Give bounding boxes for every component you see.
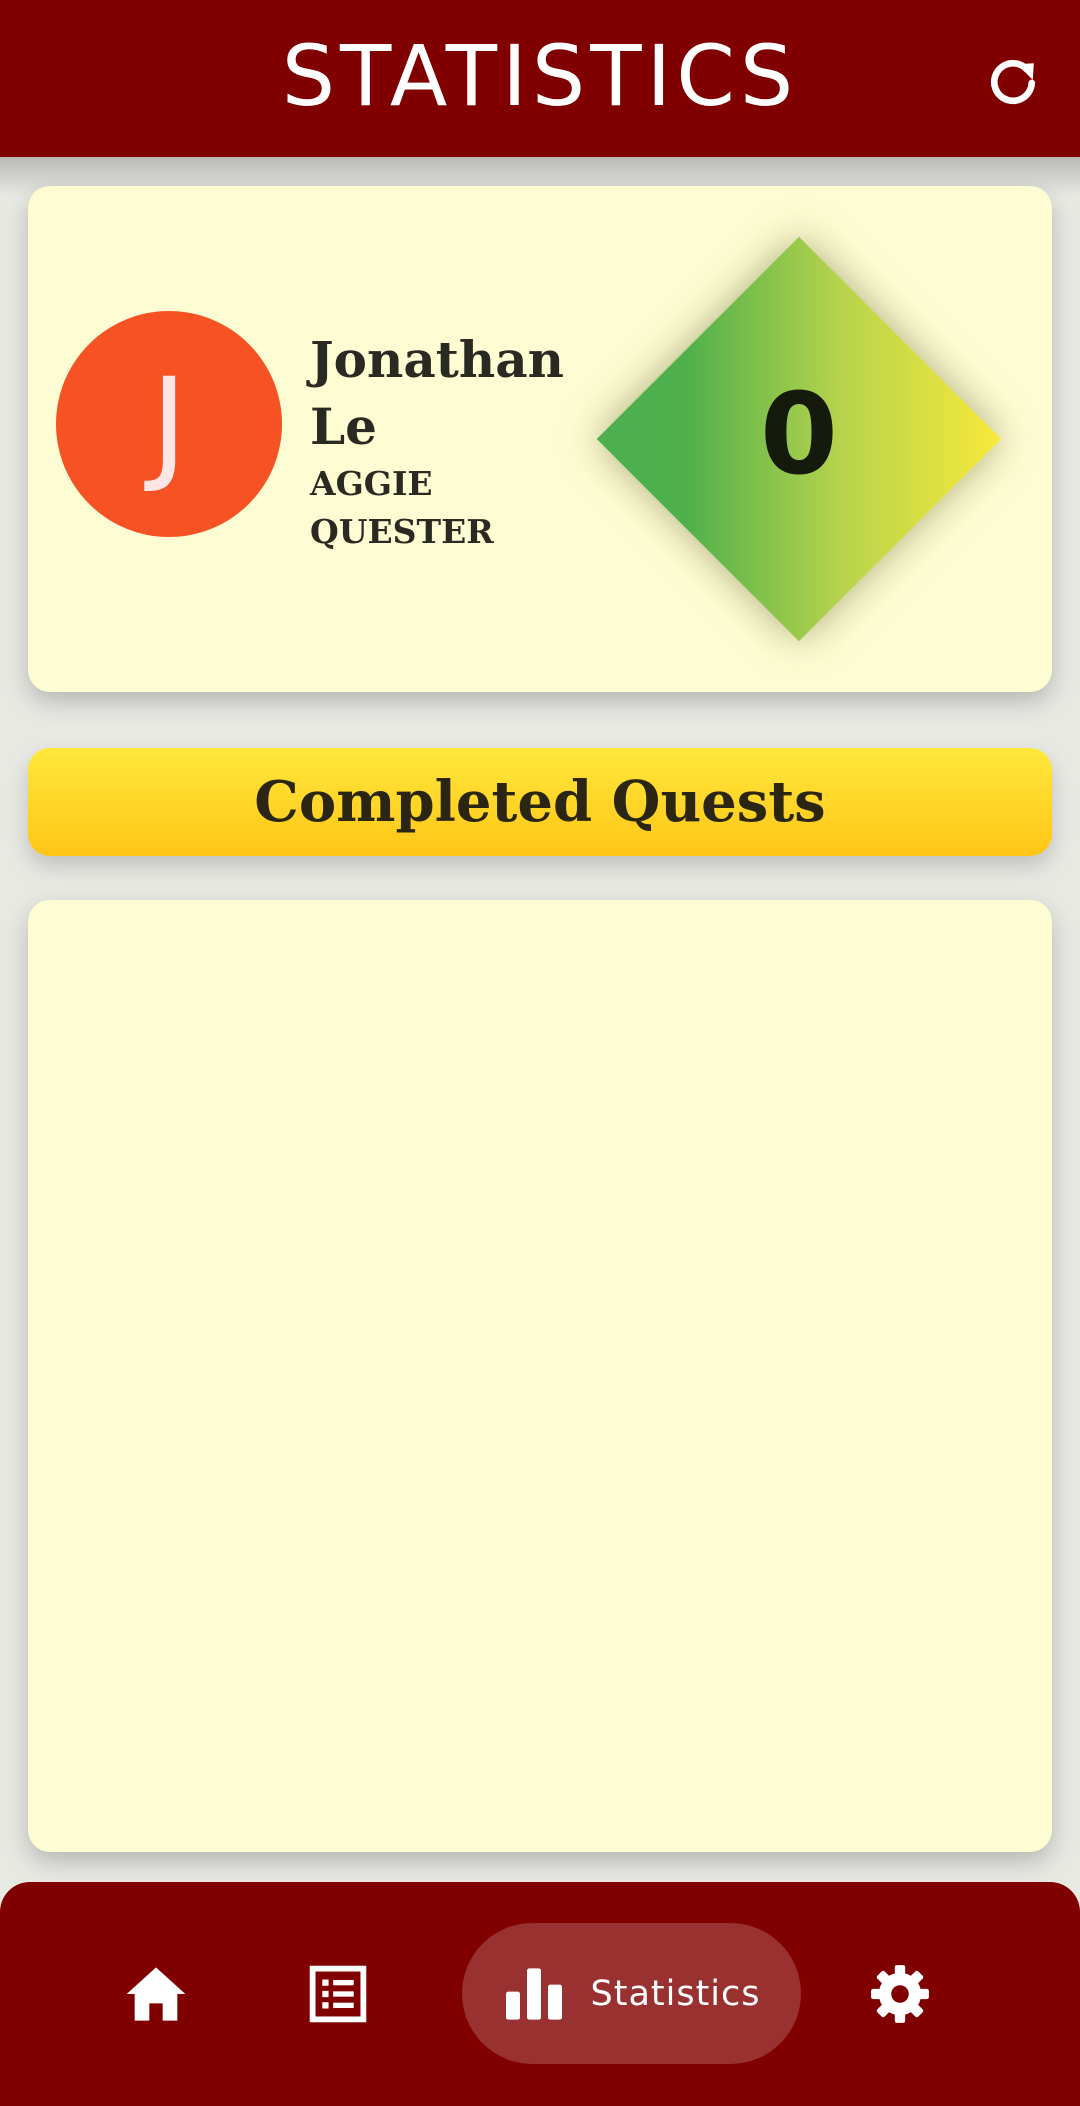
home-icon xyxy=(126,1967,186,2021)
completed-quests-banner: Completed Quests xyxy=(28,748,1052,856)
completed-quests-label: Completed Quests xyxy=(254,769,826,835)
bar-chart-icon xyxy=(505,1967,562,2020)
gear-icon xyxy=(871,1965,929,2023)
nav-settings[interactable] xyxy=(860,1954,940,2034)
avatar-initial: J xyxy=(150,352,188,496)
app-header: STATISTICS xyxy=(0,0,1080,157)
page-title: STATISTICS xyxy=(281,27,799,125)
completed-quests-list xyxy=(28,900,1052,1852)
user-name: Jonathan Le xyxy=(310,330,564,456)
refresh-button[interactable] xyxy=(980,50,1046,116)
score-value: 0 xyxy=(760,370,838,500)
nav-home[interactable] xyxy=(116,1954,196,2034)
bottom-nav: Statistics xyxy=(0,1882,1080,2106)
user-rank: AGGIE QUESTER xyxy=(310,464,494,551)
nav-statistics-label: Statistics xyxy=(590,1973,761,2014)
avatar: J xyxy=(56,311,282,537)
nav-quests[interactable] xyxy=(298,1954,378,2034)
nav-statistics[interactable]: Statistics xyxy=(462,1923,801,2064)
list-icon xyxy=(309,1965,367,2023)
refresh-icon xyxy=(990,59,1036,105)
